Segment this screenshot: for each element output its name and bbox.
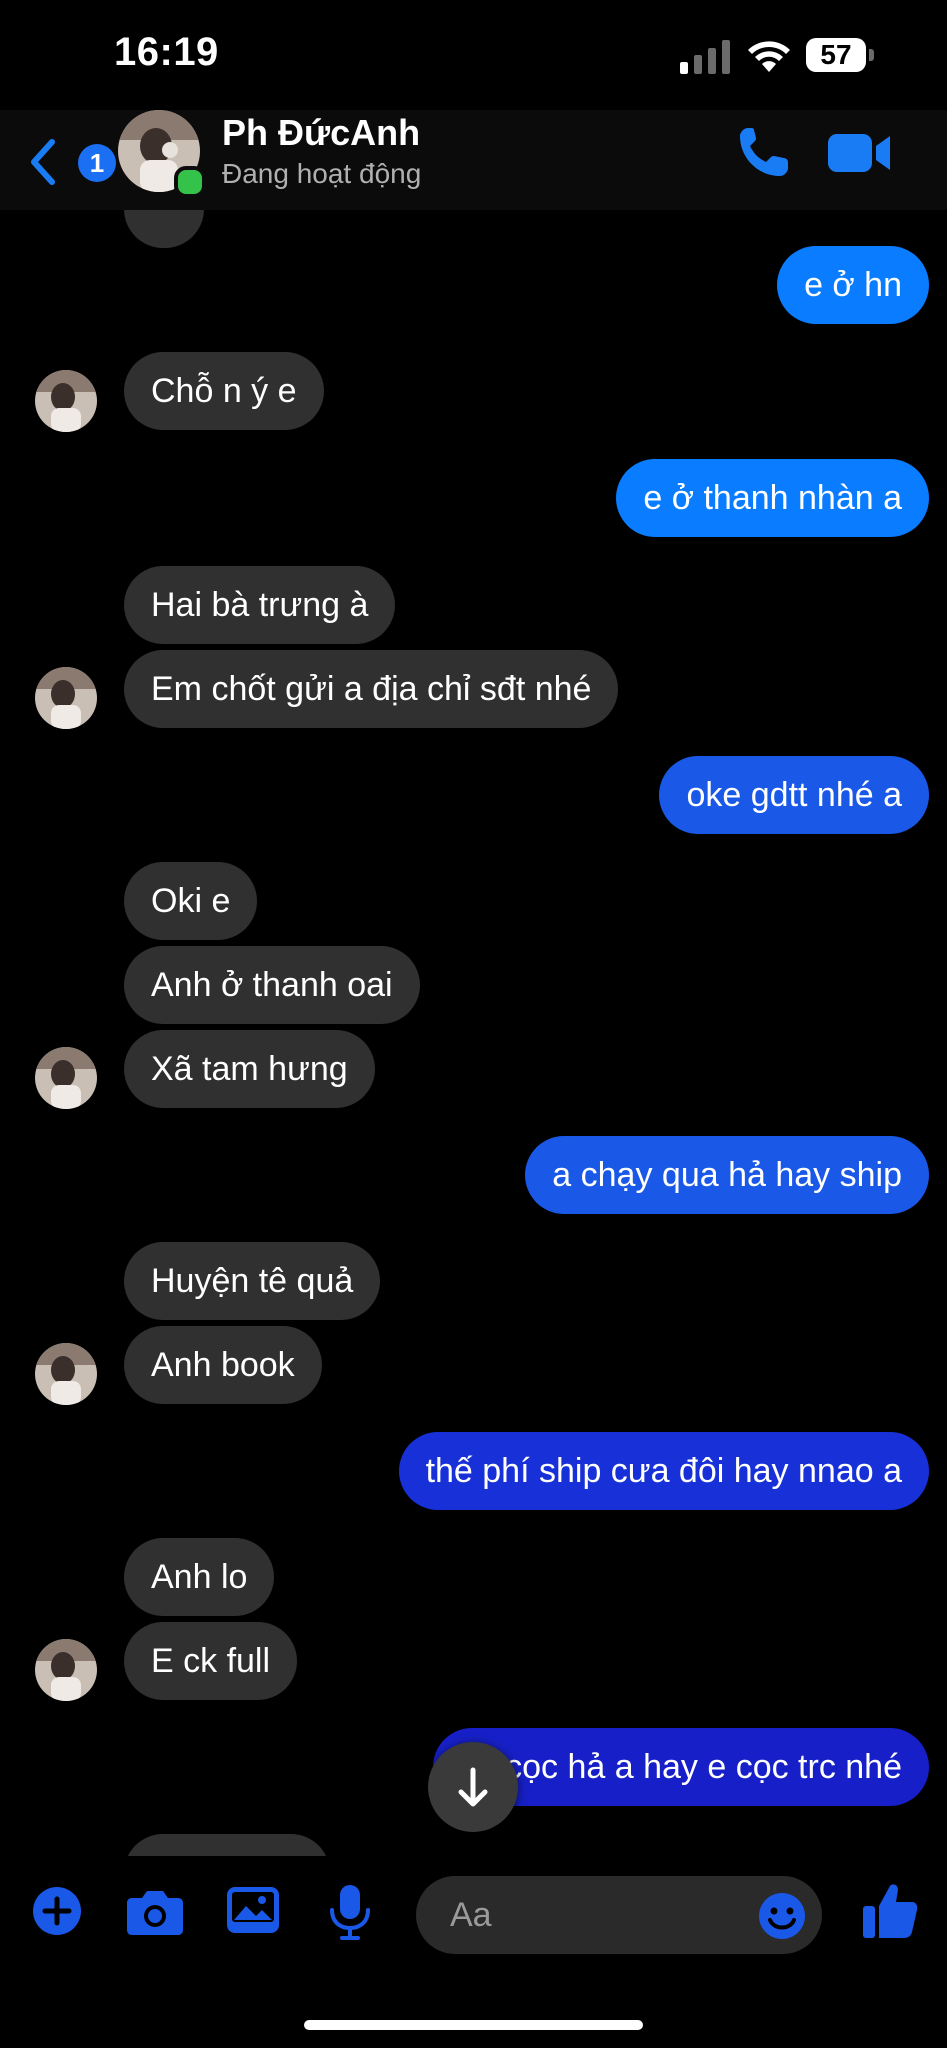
microphone-icon[interactable] bbox=[328, 1884, 372, 1940]
emoji-icon[interactable] bbox=[758, 1892, 806, 1940]
message-bubble-outgoing[interactable]: e ở thanh nhàn a bbox=[616, 459, 929, 537]
contact-name[interactable]: Ph ĐứcAnh bbox=[222, 112, 420, 154]
message-bubble-outgoing[interactable]: thế phí ship cưa đôi hay nnao a bbox=[398, 1432, 929, 1510]
chevron-left-icon bbox=[31, 139, 55, 185]
online-indicator bbox=[174, 166, 206, 198]
message-bubble-incoming[interactable]: Oki e bbox=[124, 862, 258, 940]
status-time: 16:19 bbox=[114, 30, 219, 74]
message-bubble-incoming[interactable]: E ck full bbox=[124, 1622, 298, 1700]
message-input-placeholder: Aa bbox=[450, 1896, 492, 1934]
message-input[interactable]: Aa bbox=[416, 1876, 822, 1954]
message-bubble-partial bbox=[124, 210, 204, 248]
gallery-icon[interactable] bbox=[226, 1886, 280, 1934]
message-bubble-partial bbox=[124, 1834, 330, 1856]
message-bubble-outgoing[interactable]: oke gdtt nhé a bbox=[659, 756, 929, 834]
sender-avatar[interactable] bbox=[35, 667, 97, 729]
message-bubble-incoming[interactable]: Em chốt gửi a địa chỉ sđt nhé bbox=[124, 650, 619, 728]
message-bubble-incoming[interactable]: Xã tam hưng bbox=[124, 1030, 375, 1108]
message-composer: Aa bbox=[0, 1856, 947, 1976]
message-bubble-incoming[interactable]: Anh ở thanh oai bbox=[124, 946, 420, 1024]
scroll-to-bottom-button[interactable] bbox=[428, 1742, 518, 1832]
chat-header: 1 Ph ĐứcAnh Đang hoạt động bbox=[0, 110, 947, 210]
message-bubble-incoming[interactable]: Anh lo bbox=[124, 1538, 275, 1616]
status-bar: 16:19 57 bbox=[0, 0, 947, 110]
battery-icon: 57 bbox=[806, 38, 876, 74]
arrow-down-icon bbox=[458, 1767, 488, 1807]
message-list[interactable]: e ở hn Chỗ n ý e e ở thanh nhàn a Hai bà… bbox=[0, 210, 947, 1856]
sender-avatar[interactable] bbox=[35, 1047, 97, 1109]
phone-call-icon[interactable] bbox=[736, 124, 792, 180]
plus-icon[interactable] bbox=[32, 1886, 82, 1936]
cellular-signal-icon bbox=[680, 40, 730, 74]
battery-level: 57 bbox=[806, 38, 866, 72]
sender-avatar[interactable] bbox=[35, 1639, 97, 1701]
wifi-icon bbox=[748, 41, 790, 72]
message-bubble-incoming[interactable]: Chỗ n ý e bbox=[124, 352, 324, 430]
sender-avatar[interactable] bbox=[35, 370, 97, 432]
video-call-icon[interactable] bbox=[828, 128, 892, 178]
message-bubble-incoming[interactable]: Hai bà trưng à bbox=[124, 566, 396, 644]
unread-badge: 1 bbox=[78, 144, 116, 182]
camera-icon[interactable] bbox=[126, 1888, 184, 1936]
back-button[interactable]: 1 bbox=[24, 126, 116, 196]
message-bubble-outgoing[interactable]: a chạy qua hả hay ship bbox=[525, 1136, 929, 1214]
contact-status: Đang hoạt động bbox=[222, 158, 422, 189]
message-bubble-incoming[interactable]: Huyện tê quả bbox=[124, 1242, 381, 1320]
message-bubble-outgoing[interactable]: e ở hn bbox=[777, 246, 929, 324]
sender-avatar[interactable] bbox=[35, 1343, 97, 1405]
thumbs-up-icon[interactable] bbox=[862, 1882, 918, 1940]
message-bubble-incoming[interactable]: Anh book bbox=[124, 1326, 322, 1404]
home-indicator bbox=[304, 2020, 643, 2030]
